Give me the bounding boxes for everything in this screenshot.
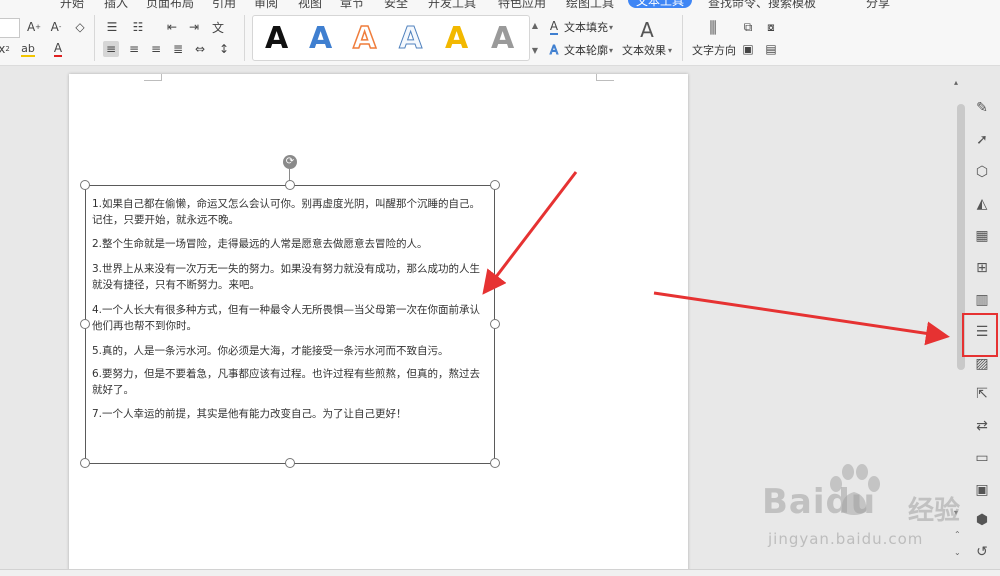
increase-indent-icon[interactable]: ⇥	[186, 19, 202, 35]
grow-font-icon[interactable]: A +	[26, 19, 42, 35]
watermark-cn: 经验	[908, 496, 961, 526]
shield-icon[interactable]: ⬢	[972, 510, 992, 530]
pen-icon[interactable]: ✎	[972, 98, 992, 118]
resize-handle-e[interactable]	[490, 319, 500, 329]
align-center-icon[interactable]: ≡	[126, 41, 142, 57]
search-command[interactable]: 查找命令、搜索模板	[708, 0, 816, 9]
fill-icon[interactable]: ◭	[972, 194, 992, 214]
decrease-indent-icon[interactable]: ⇤	[164, 19, 180, 35]
line-spacing-icon[interactable]: ↕	[216, 41, 232, 57]
resize-handle-sw[interactable]	[80, 458, 90, 468]
tab-references[interactable]: 引用	[212, 0, 236, 9]
highlight-box	[962, 313, 998, 357]
baidu-jingyan-watermark: Baidu 经验 jingyan.baidu.com	[762, 462, 972, 562]
scroll-up-arrow[interactable]: ▴	[954, 78, 958, 87]
text-style-gallery: A A A A A A	[252, 15, 530, 61]
grid-icon[interactable]: ⊞	[972, 258, 992, 278]
resize-handle-n[interactable]	[285, 180, 295, 190]
watermark-logo: Baidu	[762, 482, 877, 522]
archive-icon[interactable]: ▭	[972, 448, 992, 468]
text-fill-icon[interactable]: A	[546, 19, 562, 35]
tab-insert[interactable]: 插入	[104, 0, 128, 9]
tab-drawing-tools[interactable]: 绘图工具	[566, 0, 614, 9]
text-outline-icon[interactable]: A	[546, 42, 562, 58]
rotate-handle[interactable]: ⟳	[283, 155, 297, 169]
tab-special-apps[interactable]: 特色应用	[498, 0, 546, 9]
paragraph-7: 7.一个人幸运的前提，其实是他有能力改变自己。为了让自己更好！	[92, 408, 407, 420]
break-link-icon[interactable]: ⧇	[763, 19, 779, 35]
resize-handle-ne[interactable]	[490, 180, 500, 190]
tab-chapter[interactable]: 章节	[340, 0, 364, 9]
paragraph-4: 4.一个人长大有很多种方式，但有一种最令人无所畏惧—当父母第一次在你面前承认他们…	[92, 304, 481, 332]
align-right-icon[interactable]: ≡	[148, 41, 164, 57]
tab-security[interactable]: 安全	[384, 0, 408, 9]
picture-icon[interactable]: ▣	[972, 480, 992, 500]
text-outline-button[interactable]: 文本轮廓	[564, 43, 608, 59]
style-preset-1[interactable]: A	[265, 23, 288, 55]
numbered-list-icon[interactable]: ☷	[130, 19, 146, 35]
resize-handle-s[interactable]	[285, 458, 295, 468]
menu-tab-bar: 开始 插入 页面布局 引用 审阅 视图 章节 安全 开发工具 特色应用 绘图工具…	[0, 0, 1000, 9]
tab-page-layout[interactable]: 页面布局	[146, 0, 194, 9]
highlight-icon[interactable]: ab	[20, 41, 36, 57]
page-corner-left	[144, 74, 162, 81]
paragraph-1: 1.如果自己都在偷懒，命运又怎么会认可你。别再虚度光阴，叫醒那个沉睡的自己。记住…	[92, 198, 481, 226]
chinese-layout-icon[interactable]: 文	[210, 19, 226, 35]
clear-format-icon[interactable]: ◇	[72, 19, 88, 35]
font-size-combo[interactable]	[0, 18, 20, 38]
shrink-font-icon[interactable]: A-	[48, 19, 64, 35]
tab-text-tools[interactable]: 文本工具	[628, 0, 693, 8]
table-icon[interactable]: ▦	[972, 226, 992, 246]
tab-view[interactable]: 视图	[298, 0, 322, 9]
text-fill-button[interactable]: 文本填充	[564, 20, 608, 36]
tab-developer[interactable]: 开发工具	[428, 0, 476, 9]
resize-handle-w[interactable]	[80, 319, 90, 329]
paragraph-6: 6.要努力，但是不要着急，凡事都应该有过程。也许过程有些煎熬，但真的，熬过去就好…	[92, 368, 481, 396]
text-direction-icon[interactable]: ⫼	[702, 17, 724, 39]
ribbon-toolbar: A + A- ◇ x2 ab A ☰ ☷ ⇤ ⇥ 文 ≡ ≡ ≡ ≣ ⇔ ↕ A …	[0, 9, 1000, 66]
tab-home[interactable]: 开始	[60, 0, 84, 9]
font-color-icon[interactable]: A	[50, 41, 66, 57]
bullet-list-icon[interactable]: ☰	[104, 19, 120, 35]
style-preset-4[interactable]: A	[398, 22, 422, 55]
link-textbox-icon[interactable]: ⧉	[740, 19, 756, 35]
style-preset-6[interactable]: A	[491, 23, 514, 55]
text-effect-icon[interactable]: A	[636, 18, 658, 42]
shapes-icon[interactable]: ⬡	[972, 162, 992, 182]
align-left-icon[interactable]: ≡	[103, 41, 119, 57]
textbox-option-icon[interactable]: ▣	[740, 41, 756, 57]
subscript-icon[interactable]: x2	[0, 41, 12, 57]
tab-review[interactable]: 审阅	[254, 0, 278, 9]
style-preset-3[interactable]: A	[352, 22, 377, 56]
arrow-to-properties	[653, 291, 950, 346]
paragraph-5: 5.真的，人是一条污水河。你必须是大海，才能接受一条污水河而不致自污。	[92, 345, 449, 357]
distributed-icon[interactable]: ⇔	[192, 41, 208, 57]
pointer-icon[interactable]: ➚	[972, 130, 992, 150]
text-effect-button[interactable]: 文本效果	[622, 43, 666, 59]
share-icon[interactable]: ⇱	[972, 384, 992, 404]
gallery-scroll[interactable]: ▲ ▼	[530, 15, 540, 61]
share-button[interactable]: 分享	[866, 0, 890, 9]
page-corner-right	[596, 74, 614, 81]
watermark-url: jingyan.baidu.com	[768, 530, 924, 548]
paragraph-3: 3.世界上从来没有一次万无一失的努力。如果没有努力就没有成功，那么成功的人生就没…	[92, 263, 481, 291]
textbox-option2-icon[interactable]: ▤	[763, 41, 779, 57]
justify-icon[interactable]: ≣	[170, 41, 186, 57]
style-preset-5[interactable]: A	[445, 23, 468, 55]
status-bar	[0, 569, 1000, 576]
paragraph-2: 2.整个生命就是一场冒险，走得最远的人常是愿意去做愿意去冒险的人。	[92, 238, 428, 250]
resize-handle-nw[interactable]	[80, 180, 90, 190]
translate-icon[interactable]: ⇄	[972, 416, 992, 436]
text-direction-button[interactable]: 文字方向	[692, 43, 736, 59]
history-icon[interactable]: ↺	[972, 542, 992, 562]
chart-icon[interactable]: ▥	[972, 290, 992, 310]
style-preset-2[interactable]: A	[309, 23, 332, 55]
resize-handle-se[interactable]	[490, 458, 500, 468]
image-icon[interactable]: ▨	[972, 354, 992, 374]
